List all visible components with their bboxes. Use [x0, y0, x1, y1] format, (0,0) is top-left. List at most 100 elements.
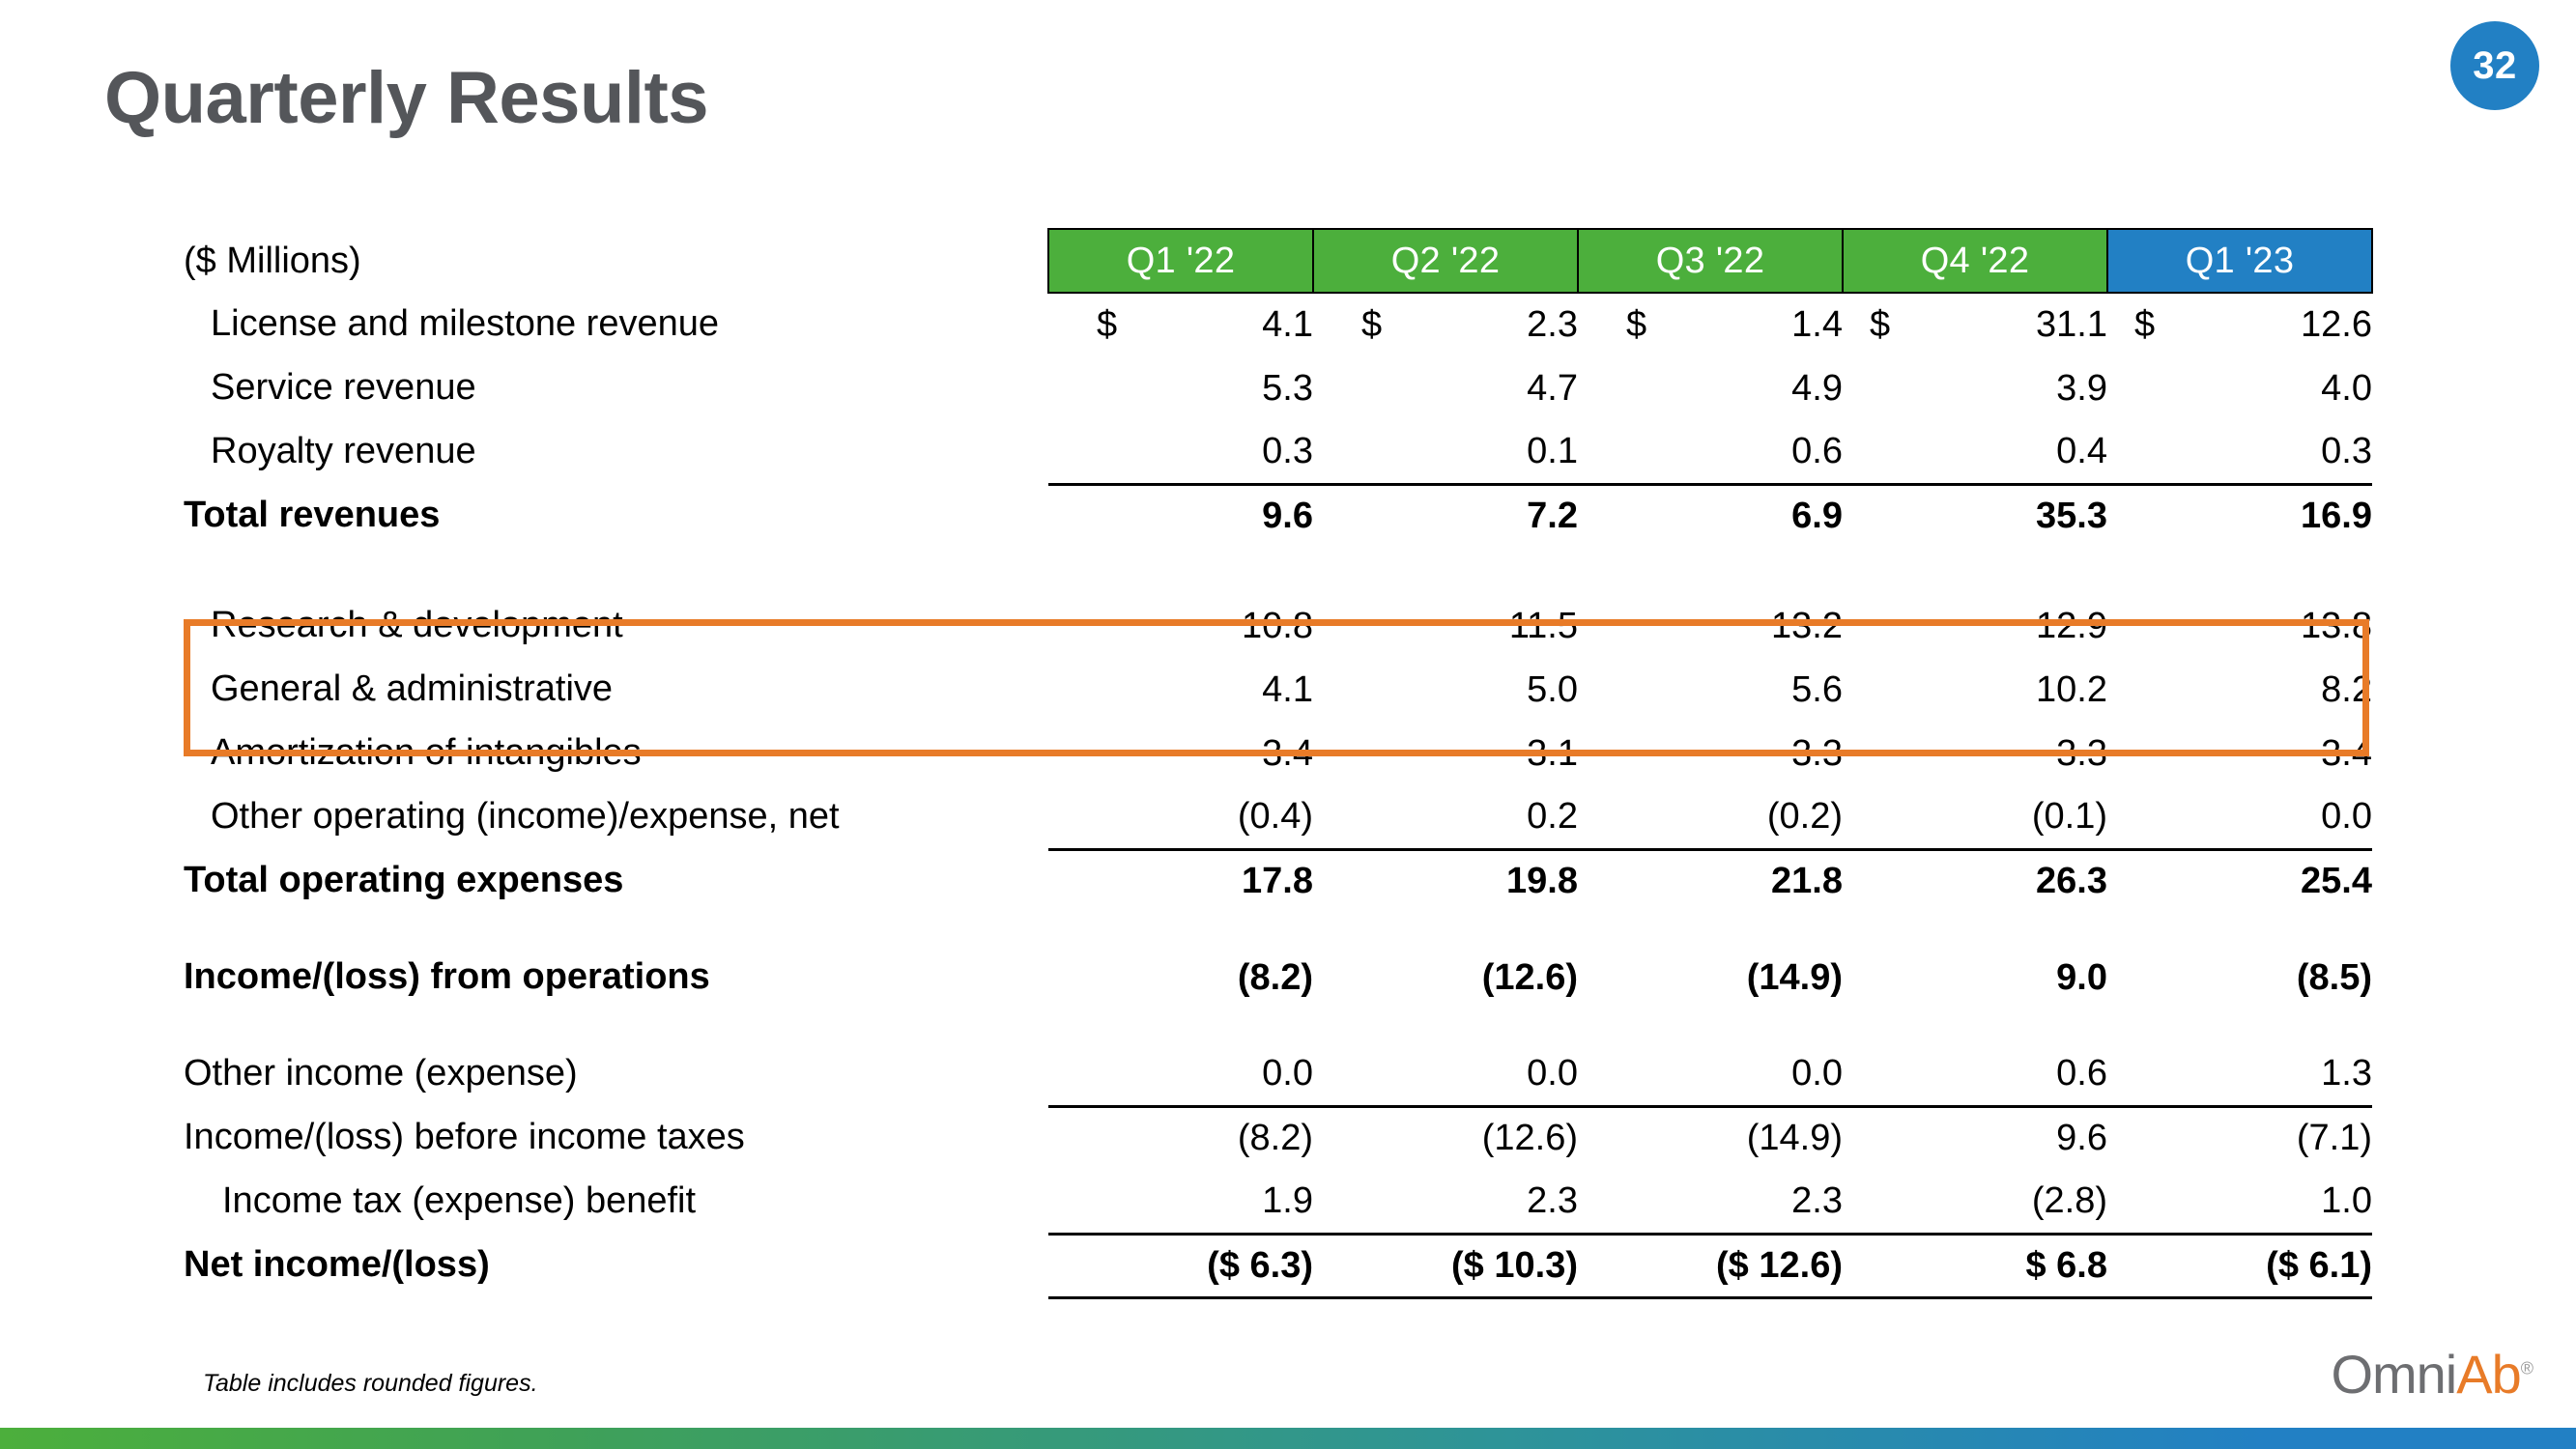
cell-othinc-q4-22: 0.6: [2056, 1052, 2107, 1094]
row-label-amortization-intangibles: Amortization of intangibles: [211, 732, 642, 774]
row-label-total-operating-expenses: Total operating expenses: [184, 860, 624, 901]
cell-amort-q1-23: 3.4: [2321, 732, 2372, 774]
currency-symbol: $: [2134, 304, 2156, 345]
page-number-badge: 32: [2450, 21, 2539, 110]
cell-otherop-q1-22: (0.4): [1237, 795, 1313, 837]
cell-amort-q1-22: 3.4: [1262, 732, 1313, 774]
row-spacer: [184, 1009, 2372, 1042]
table-row-highlighted: Research & development 10.8 11.5 13.2 12…: [184, 594, 2372, 658]
table-row-total-revenues: Total revenues 9.6 7.2 6.9 35.3 16.9: [184, 482, 2372, 548]
cell-total-revenues-q4-22: 35.3: [1843, 482, 2107, 548]
cell-totopex-q4-22: 26.3: [1843, 847, 2107, 913]
cell-total-revenues-q2-22: 7.2: [1313, 482, 1578, 548]
cell-ibt-q1-22: (8.2): [1048, 1104, 1313, 1170]
currency-symbol: $: [1626, 304, 1647, 345]
table-row: Royalty revenue 0.3 0.1 0.6 0.4 0.3: [184, 420, 2372, 484]
row-label-royalty-revenue: Royalty revenue: [211, 431, 476, 472]
row-label-total-revenues: Total revenues: [184, 495, 441, 536]
cell-net-q2-22: ($ 10.3): [1313, 1232, 1578, 1299]
quarterly-results-table: ($ Millions) Q1 '22 Q2 '22 Q3 '22 Q4 '22…: [184, 228, 2373, 1299]
table-row-income-before-taxes: Income/(loss) before income taxes (8.2) …: [184, 1104, 2372, 1170]
cell-total-revenues-q1-22: 9.6: [1048, 482, 1313, 548]
table-row: Other operating (income)/expense, net (0…: [184, 785, 2372, 849]
page-number-text: 32: [2473, 43, 2517, 87]
row-label-income-from-operations: Income/(loss) from operations: [184, 956, 710, 998]
page-title: Quarterly Results: [104, 57, 709, 139]
logo-text-ab: Ab: [2456, 1344, 2521, 1405]
cell-license-q1-23: $12.6: [2134, 304, 2372, 345]
column-header-q4-22: Q4 '22: [1842, 228, 2108, 294]
cell-totopex-q2-22: 19.8: [1313, 847, 1578, 913]
cell-tax-q3-22: 2.3: [1791, 1179, 1843, 1221]
cell-ga-q1-23: 8.2: [2321, 668, 2372, 710]
row-label-income-tax-benefit: Income tax (expense) benefit: [222, 1180, 697, 1222]
cell-othinc-q2-22: 0.0: [1527, 1052, 1578, 1094]
cell-service-q1-23: 4.0: [2321, 367, 2372, 409]
table-row: Amortization of intangibles 3.4 3.1 3.3 …: [184, 722, 2372, 785]
row-label-research-development: Research & development: [211, 605, 623, 646]
column-header-q1-22: Q1 '22: [1047, 228, 1314, 294]
cell-amort-q3-22: 3.3: [1791, 732, 1843, 774]
table-row-net-income: Net income/(loss) ($ 6.3) ($ 10.3) ($ 12…: [184, 1232, 2372, 1299]
row-label-license-milestone-revenue: License and milestone revenue: [211, 303, 720, 345]
footnote-text: Table includes rounded figures.: [203, 1370, 538, 1397]
cell-license-q3-22: $1.4: [1626, 304, 1843, 345]
currency-symbol: $: [1097, 304, 1118, 345]
table-row: Service revenue 5.3 4.7 4.9 3.9 4.0: [184, 356, 2372, 420]
row-label-net-income: Net income/(loss): [184, 1244, 490, 1286]
cell-ga-q4-22: 10.2: [2036, 668, 2107, 710]
cell-totopex-q1-22: 17.8: [1048, 847, 1313, 913]
cell-royalty-q1-23: 0.3: [2321, 430, 2372, 471]
cell-tax-q2-22: 2.3: [1527, 1179, 1578, 1221]
cell-total-revenues-q3-22: 6.9: [1578, 482, 1843, 548]
cell-totopex-q1-23: 25.4: [2107, 847, 2372, 913]
cell-otherop-q3-22: (0.2): [1766, 795, 1843, 837]
cell-service-q1-22: 5.3: [1262, 367, 1313, 409]
table-row-highlighted: General & administrative 4.1 5.0 5.6 10.…: [184, 658, 2372, 722]
cell-rd-q3-22: 13.2: [1771, 605, 1843, 646]
cell-incops-q4-22: 9.0: [2056, 956, 2107, 998]
cell-royalty-q1-22: 0.3: [1262, 430, 1313, 471]
table-header-row: ($ Millions) Q1 '22 Q2 '22 Q3 '22 Q4 '22…: [184, 228, 2373, 294]
unit-label: ($ Millions): [184, 240, 361, 281]
cell-service-q3-22: 4.9: [1791, 367, 1843, 409]
cell-incops-q1-23: (8.5): [2296, 956, 2372, 998]
cell-royalty-q2-22: 0.1: [1527, 430, 1578, 471]
cell-royalty-q3-22: 0.6: [1791, 430, 1843, 471]
table-row: License and milestone revenue $4.1 $2.3 …: [184, 293, 2372, 356]
cell-license-q4-22: $31.1: [1870, 304, 2107, 345]
cell-othinc-q3-22: 0.0: [1791, 1052, 1843, 1094]
row-label-income-before-taxes: Income/(loss) before income taxes: [184, 1117, 745, 1158]
cell-otherop-q2-22: 0.2: [1527, 795, 1578, 837]
cell-tax-q1-23: 1.0: [2321, 1179, 2372, 1221]
cell-net-q4-22: $ 6.8: [1843, 1232, 2107, 1299]
currency-symbol: $: [1870, 304, 1891, 345]
cell-amort-q4-22: 3.3: [2056, 732, 2107, 774]
cell-ibt-q4-22: 9.6: [1843, 1104, 2107, 1170]
table-row-income-from-operations: Income/(loss) from operations (8.2) (12.…: [184, 946, 2372, 1009]
row-spacer: [184, 913, 2372, 946]
bottom-gradient-bar: [0, 1428, 2576, 1449]
column-header-q3-22: Q3 '22: [1577, 228, 1844, 294]
cell-tax-q4-22: (2.8): [2031, 1179, 2107, 1221]
row-label-general-administrative: General & administrative: [211, 668, 614, 710]
logo-text-omni: Omni: [2331, 1344, 2457, 1405]
cell-license-q2-22: $2.3: [1361, 304, 1578, 345]
cell-amort-q2-22: 3.1: [1527, 732, 1578, 774]
cell-net-q1-22: ($ 6.3): [1048, 1232, 1313, 1299]
cell-incops-q2-22: (12.6): [1481, 956, 1578, 998]
cell-otherop-q1-23: 0.0: [2321, 795, 2372, 837]
currency-symbol: $: [1361, 304, 1383, 345]
cell-incops-q3-22: (14.9): [1746, 956, 1843, 998]
registered-trademark-icon: ®: [2520, 1358, 2533, 1378]
cell-service-q2-22: 4.7: [1527, 367, 1578, 409]
omniab-logo: OmniAb®: [2331, 1343, 2533, 1406]
cell-net-q3-22: ($ 12.6): [1578, 1232, 1843, 1299]
cell-ibt-q3-22: (14.9): [1578, 1104, 1843, 1170]
cell-totopex-q3-22: 21.8: [1578, 847, 1843, 913]
table-row: Other income (expense) 0.0 0.0 0.0 0.6 1…: [184, 1042, 2372, 1106]
cell-rd-q4-22: 12.9: [2036, 605, 2107, 646]
quarterly-results-table-container: ($ Millions) Q1 '22 Q2 '22 Q3 '22 Q4 '22…: [184, 228, 2373, 1299]
table-row-total-operating-expenses: Total operating expenses 17.8 19.8 21.8 …: [184, 847, 2372, 913]
cell-net-q1-23: ($ 6.1): [2107, 1232, 2372, 1299]
